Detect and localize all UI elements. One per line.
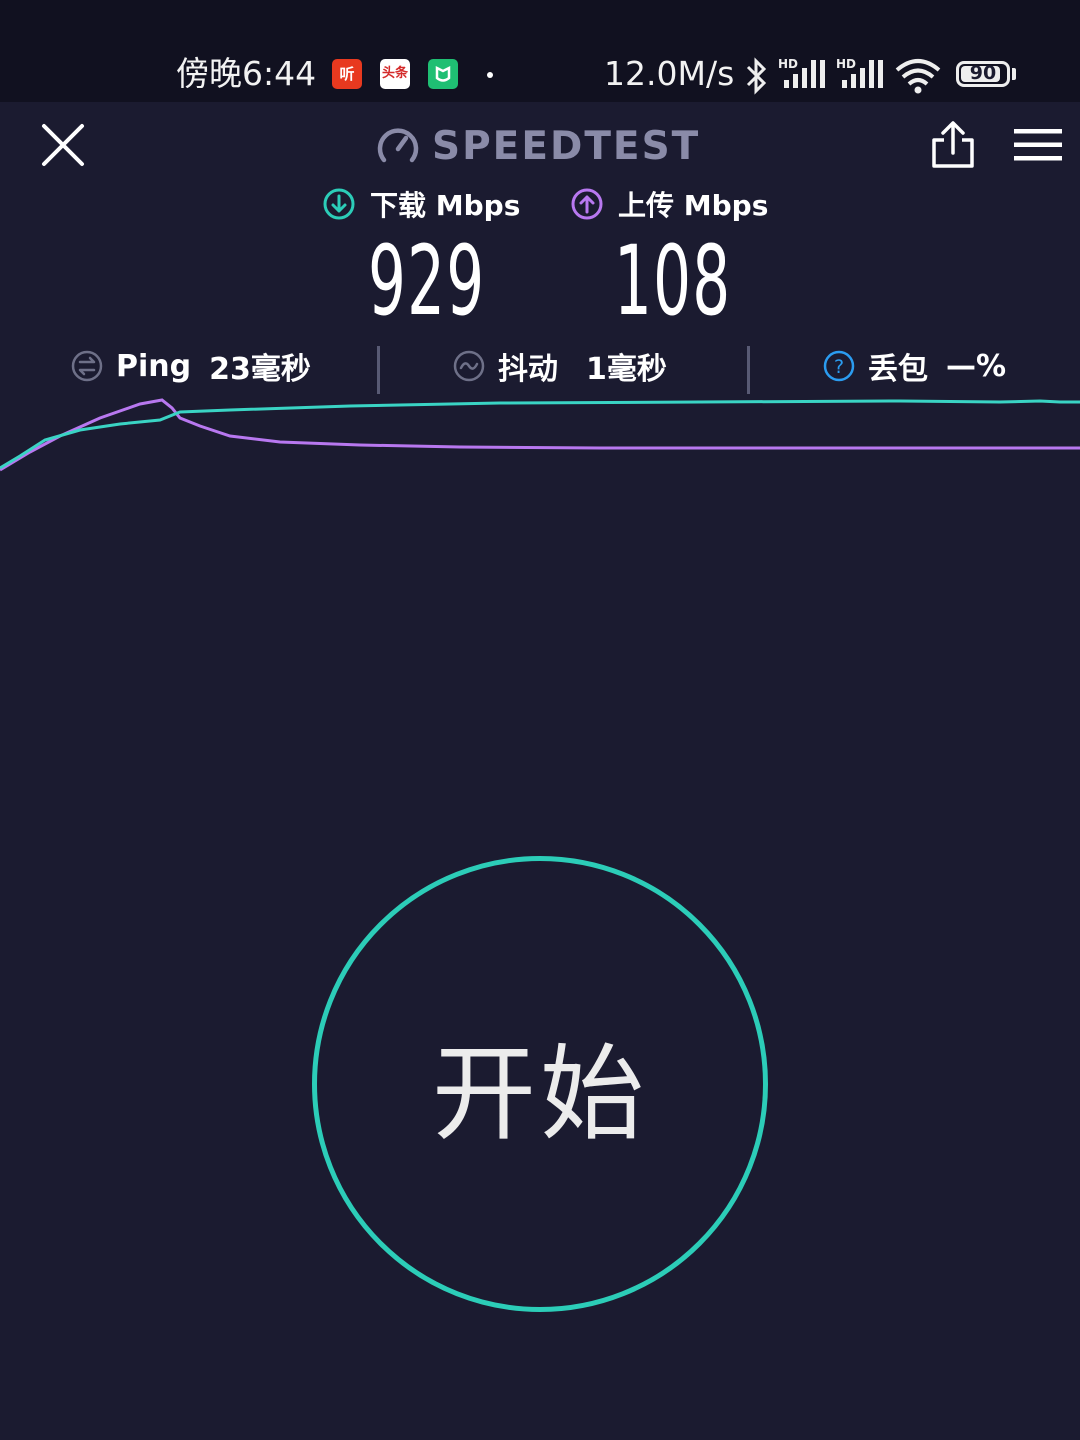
cell-signal-1-icon: HD <box>778 57 825 88</box>
download-arrow-icon <box>323 188 355 220</box>
jitter-label: 抖动 <box>498 352 558 387</box>
speed-graph <box>0 398 1080 472</box>
ping-icon <box>71 350 103 382</box>
stat-divider <box>377 346 380 394</box>
ting-app-icon: 听 <box>332 59 362 89</box>
packet-loss-stat[interactable]: ? 丢包 —% <box>822 344 1006 388</box>
share-button[interactable] <box>928 120 978 170</box>
status-time: 傍晚6:44 <box>176 54 317 93</box>
upload-speed-line <box>0 398 1080 472</box>
bluetooth-icon <box>746 57 767 95</box>
battery-percent: 90 <box>969 62 997 84</box>
cell-signal-2-icon: HD <box>836 57 883 88</box>
battery-tip <box>1012 68 1016 80</box>
wifi-icon <box>895 59 941 94</box>
jitter-value: 1毫秒 <box>586 352 667 387</box>
network-speed: 12.0M/s <box>604 54 735 93</box>
packet-loss-value: —% <box>946 348 1007 384</box>
upload-label: 上传 Mbps <box>570 183 768 225</box>
upload-arrow-icon <box>571 188 603 220</box>
ping-stat: Ping 23毫秒 <box>70 344 311 388</box>
start-button[interactable]: 开始 <box>312 856 768 1312</box>
stat-divider <box>747 346 750 394</box>
ping-value: 23毫秒 <box>209 352 311 387</box>
close-button[interactable] <box>38 120 88 170</box>
packet-loss-label: 丢包 <box>868 352 928 387</box>
logo-text: SPEEDTEST <box>432 123 701 169</box>
download-label: 下载 Mbps <box>322 183 520 225</box>
jitter-icon <box>453 350 485 382</box>
svg-text:?: ? <box>834 356 844 378</box>
notification-dot <box>487 72 493 78</box>
upload-label-text: 上传 Mbps <box>618 189 769 222</box>
download-value: 929 <box>368 225 486 337</box>
toutiao-app-icon: 头条 <box>380 59 410 89</box>
start-button-label: 开始 <box>431 1032 648 1155</box>
ping-label: Ping <box>116 348 192 384</box>
status-bar: 傍晚6:44 听 头条 12.0M/s HD HD 90 <box>0 0 1080 102</box>
download-label-text: 下载 Mbps <box>370 189 521 222</box>
svg-text:HD: HD <box>778 57 798 71</box>
svg-text:HD: HD <box>836 57 856 71</box>
download-speed-line <box>0 399 1080 470</box>
menu-button[interactable] <box>1012 127 1064 163</box>
speedometer-icon <box>377 128 419 163</box>
speedtest-logo: SPEEDTEST <box>376 121 700 171</box>
mijia-app-icon <box>428 59 458 89</box>
jitter-stat: 抖动 1毫秒 <box>452 344 667 388</box>
battery-icon: 90 <box>956 61 1010 87</box>
help-icon[interactable]: ? <box>822 349 856 383</box>
upload-value: 108 <box>614 225 732 337</box>
